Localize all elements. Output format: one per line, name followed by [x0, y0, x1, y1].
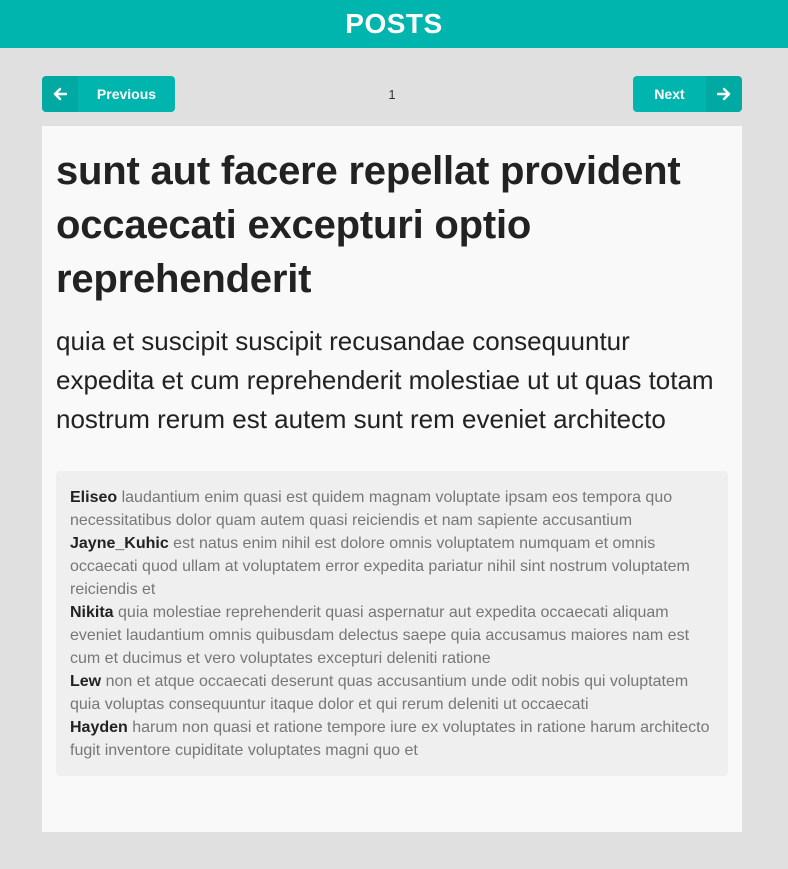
comment-text: harum non quasi et ratione tempore iure …: [70, 719, 710, 759]
page-title: POSTS: [345, 8, 443, 39]
post-card: sunt aut facere repellat provident occae…: [42, 126, 742, 832]
comment-author: Lew: [70, 673, 102, 690]
post-title: sunt aut facere repellat provident occae…: [56, 149, 681, 301]
comment-item: Lew non et atque occaecati deserunt quas…: [70, 670, 714, 716]
previous-button[interactable]: Previous: [42, 76, 175, 112]
comment-author: Hayden: [70, 719, 128, 736]
comment-text: quia molestiae reprehenderit quasi asper…: [70, 604, 690, 667]
comment-text: laudantium enim quasi est quidem magnam …: [70, 489, 673, 529]
comments-list: Eliseo laudantium enim quasi est quidem …: [56, 471, 728, 776]
comment-author: Jayne_Kuhic: [70, 535, 169, 552]
arrow-left-icon: [42, 76, 78, 112]
comment-author: Eliseo: [70, 489, 118, 506]
app-header: POSTS: [0, 0, 788, 48]
comment-item: Eliseo laudantium enim quasi est quidem …: [70, 486, 714, 532]
next-button-label: Next: [654, 86, 685, 102]
post-body: quia et suscipit suscipit recusandae con…: [56, 326, 714, 434]
comment-item: Jayne_Kuhic est natus enim nihil est dol…: [70, 532, 714, 601]
pagination-bar: 1 Previous Next: [42, 76, 742, 112]
comment-item: Hayden harum non quasi et ratione tempor…: [70, 716, 714, 762]
previous-button-label: Previous: [96, 86, 157, 102]
comment-author: Nikita: [70, 604, 114, 621]
comment-text: non et atque occaecati deserunt quas acc…: [70, 673, 689, 713]
next-button[interactable]: Next: [633, 76, 742, 112]
arrow-right-icon: [706, 76, 742, 112]
comment-item: Nikita quia molestiae reprehenderit quas…: [70, 601, 714, 670]
